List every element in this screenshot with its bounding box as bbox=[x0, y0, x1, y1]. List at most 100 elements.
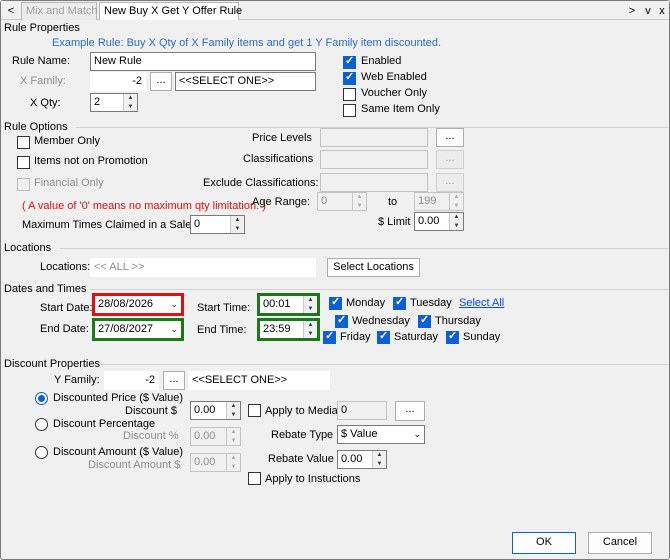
x-family-id-input[interactable]: -2 bbox=[90, 72, 146, 91]
member-only-label: Member Only bbox=[34, 135, 101, 147]
apply-to-instructions-label: Apply to Instuctions bbox=[265, 473, 361, 485]
ok-button[interactable]: OK bbox=[512, 532, 576, 554]
end-time-spin[interactable]: ▲ ▼ bbox=[303, 321, 317, 338]
spin-down-icon[interactable]: ▼ bbox=[450, 222, 463, 231]
rebate-type-label: Rebate Type bbox=[271, 429, 334, 441]
apply-to-media-label: Apply to Media: bbox=[265, 405, 341, 417]
tab-new-buy-x-get-y[interactable]: New Buy X Get Y Offer Rule bbox=[99, 2, 242, 20]
apply-to-media-checkbox[interactable] bbox=[248, 404, 261, 417]
spin-up-icon[interactable]: ▲ bbox=[124, 94, 137, 103]
start-time-label: Start Time: bbox=[197, 302, 251, 314]
spin-down-icon: ▼ bbox=[453, 202, 460, 209]
price-levels-input bbox=[320, 128, 428, 147]
end-date-picker[interactable]: 27/08/2027 ⌄ bbox=[92, 318, 184, 341]
spin-down-icon[interactable]: ▼ bbox=[304, 305, 317, 314]
discount-dollar-spin[interactable]: ▲ ▼ bbox=[226, 402, 240, 419]
start-date-label: Start Date: bbox=[40, 302, 93, 314]
max-times-label: Maximum Times Claimed in a Sale: bbox=[22, 219, 195, 231]
spin-down-icon[interactable]: ▼ bbox=[124, 103, 137, 112]
spin-up-icon: ▲ bbox=[230, 455, 237, 461]
tab-mix-and-match[interactable]: Mix and Match bbox=[21, 2, 98, 20]
scroll-left-button[interactable]: < bbox=[4, 3, 18, 19]
select-all-link[interactable]: Select All bbox=[459, 297, 504, 309]
x-qty-spin[interactable]: ▲ ▼ bbox=[123, 94, 137, 111]
scroll-right-button[interactable]: > bbox=[625, 3, 639, 19]
classifications-browse-button: ... bbox=[436, 150, 464, 169]
spin-down-icon[interactable]: ▼ bbox=[231, 225, 244, 234]
web-enabled-checkbox[interactable] bbox=[343, 70, 356, 85]
spin-up-icon[interactable]: ▲ bbox=[227, 402, 240, 411]
discounted-price-label: Discounted Price ($ Value) bbox=[53, 392, 184, 404]
discounted-price-radio[interactable] bbox=[35, 392, 48, 405]
y-family-browse-button[interactable]: ... bbox=[163, 371, 185, 390]
price-levels-browse-button[interactable]: ... bbox=[436, 128, 464, 147]
spin-up-icon[interactable]: ▲ bbox=[304, 321, 317, 330]
start-time-stepper[interactable]: 00:01 ▲ ▼ bbox=[257, 293, 320, 316]
limit-spin[interactable]: ▲ ▼ bbox=[449, 213, 463, 230]
y-family-id-input[interactable]: -2 bbox=[104, 371, 159, 390]
spin-up-icon[interactable]: ▲ bbox=[373, 451, 386, 460]
exclude-classifications-label: Exclude Classifications: bbox=[203, 177, 319, 189]
friday-checkbox[interactable] bbox=[323, 329, 336, 344]
saturday-checkbox[interactable] bbox=[377, 329, 390, 344]
discount-percentage-radio[interactable] bbox=[35, 418, 48, 431]
tab-menu-button[interactable]: v bbox=[641, 3, 655, 19]
same-item-only-checkbox[interactable] bbox=[343, 104, 356, 117]
discount-amount-stepper: 0.00 ▲ ▼ bbox=[190, 453, 241, 472]
discount-amount-spin: ▲ ▼ bbox=[226, 454, 240, 471]
items-not-on-promotion-checkbox[interactable] bbox=[17, 156, 30, 169]
rule-name-input[interactable]: New Rule bbox=[90, 52, 316, 71]
discount-amount-field-label: Discount Amount $ bbox=[88, 459, 181, 471]
x-family-select[interactable]: <<SELECT ONE>> bbox=[175, 72, 316, 91]
cancel-button[interactable]: Cancel bbox=[588, 532, 652, 554]
spin-down-icon[interactable]: ▼ bbox=[304, 330, 317, 339]
wednesday-checkbox[interactable] bbox=[335, 313, 348, 328]
spin-up-icon[interactable]: ▲ bbox=[304, 296, 317, 305]
rebate-value-spin[interactable]: ▲ ▼ bbox=[372, 451, 386, 468]
age-to-stepper: 199 ▲ ▼ bbox=[414, 192, 464, 211]
locations-label: Locations: bbox=[40, 261, 91, 273]
limit-stepper[interactable]: 0.00 ▲ ▼ bbox=[414, 212, 464, 231]
x-family-browse-button[interactable]: ... bbox=[150, 72, 172, 91]
tab-bar: < Mix and Match New Buy X Get Y Offer Ru… bbox=[1, 1, 669, 20]
items-not-on-promotion-label: Items not on Promotion bbox=[34, 155, 148, 167]
discount-amount-radio[interactable] bbox=[35, 446, 48, 459]
select-locations-button[interactable]: Select Locations bbox=[327, 258, 420, 277]
rebate-type-value: $ Value bbox=[341, 428, 378, 440]
discount-dollar-stepper[interactable]: 0.00 ▲ ▼ bbox=[190, 401, 241, 420]
spin-down-icon[interactable]: ▼ bbox=[227, 411, 240, 420]
monday-checkbox[interactable] bbox=[329, 295, 342, 310]
y-family-select[interactable]: <<SELECT ONE>> bbox=[188, 371, 330, 390]
start-time-spin[interactable]: ▲ ▼ bbox=[303, 296, 317, 313]
end-time-stepper[interactable]: 23:59 ▲ ▼ bbox=[257, 318, 320, 341]
discount-divider bbox=[100, 364, 668, 365]
close-tab-button[interactable]: x bbox=[655, 3, 669, 19]
chevron-down-icon[interactable]: ⌄ bbox=[413, 426, 421, 443]
enabled-checkbox[interactable] bbox=[343, 54, 356, 69]
spin-down-icon: ▼ bbox=[356, 202, 363, 209]
thursday-checkbox[interactable] bbox=[418, 313, 431, 328]
end-time-label: End Time: bbox=[197, 324, 247, 336]
x-qty-stepper[interactable]: 2 ▲ ▼ bbox=[90, 93, 138, 112]
start-date-picker[interactable]: 28/08/2026 ⌄ bbox=[92, 293, 184, 316]
saturday-label: Saturday bbox=[394, 331, 439, 343]
tuesday-checkbox[interactable] bbox=[393, 295, 406, 310]
rebate-value-stepper[interactable]: 0.00 ▲ ▼ bbox=[337, 450, 387, 469]
spin-down-icon[interactable]: ▼ bbox=[373, 460, 386, 469]
discount-percent-value: 0.00 bbox=[194, 430, 216, 442]
max-times-spin[interactable]: ▲ ▼ bbox=[230, 216, 244, 233]
apply-to-media-browse-button[interactable]: ... bbox=[395, 401, 425, 421]
voucher-only-checkbox[interactable] bbox=[343, 88, 356, 101]
chevron-down-icon[interactable]: ⌄ bbox=[170, 296, 178, 313]
age-range-label: Age Range: bbox=[252, 196, 311, 208]
sunday-checkbox[interactable] bbox=[446, 329, 459, 344]
rebate-type-select[interactable]: $ Value ⌄ bbox=[337, 425, 425, 444]
spin-up-icon[interactable]: ▲ bbox=[231, 216, 244, 225]
member-only-checkbox[interactable] bbox=[17, 136, 30, 149]
max-times-stepper[interactable]: 0 ▲ ▼ bbox=[190, 215, 245, 234]
spin-up-icon[interactable]: ▲ bbox=[450, 213, 463, 222]
dates-times-divider bbox=[90, 289, 668, 290]
chevron-down-icon[interactable]: ⌄ bbox=[170, 321, 178, 338]
apply-to-instructions-checkbox[interactable] bbox=[248, 472, 261, 485]
spin-up-icon: ▲ bbox=[356, 194, 363, 200]
